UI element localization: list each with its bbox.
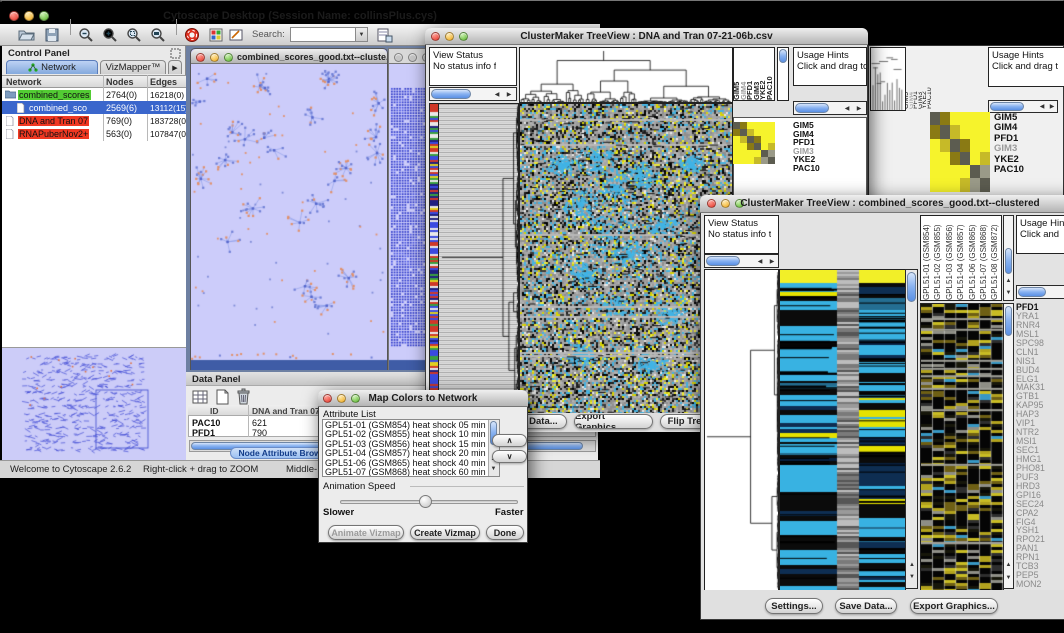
speed-slider-thumb[interactable]	[419, 495, 432, 508]
faster-label: Faster	[495, 507, 524, 518]
done-label: Done	[494, 528, 517, 538]
animate-vizmap-button[interactable]: Animate Vizmap	[328, 525, 404, 540]
dialog-title: Map Colors to Network	[318, 393, 528, 404]
desktop: Cytoscape Desktop (Session Name: collins…	[0, 0, 1064, 633]
move-up-button[interactable]: ∧	[492, 434, 527, 447]
scroll-down-icon[interactable]: ▼	[489, 466, 498, 472]
done-button[interactable]: Done	[486, 525, 524, 540]
group-separator	[410, 486, 524, 487]
attribute-listbox[interactable]: GPL51-01 (GSM854) heat shock 05 minGPL51…	[322, 419, 500, 477]
move-down-button[interactable]: ∨	[492, 450, 527, 463]
animate-vizmap-label: Animate Vizmap	[331, 528, 400, 538]
slower-label: Slower	[323, 507, 354, 518]
create-vizmap-button[interactable]: Create Vizmap	[410, 525, 480, 540]
create-vizmap-label: Create Vizmap	[414, 528, 476, 538]
down-arrow-icon: ∨	[507, 452, 513, 461]
attribute-list-vscrollbar[interactable]: ▲ ▼	[488, 420, 499, 476]
up-arrow-icon: ∧	[507, 436, 513, 445]
animation-speed-label: Animation Speed	[323, 481, 395, 492]
attribute-items[interactable]: GPL51-01 (GSM854) heat shock 05 minGPL51…	[325, 421, 487, 477]
